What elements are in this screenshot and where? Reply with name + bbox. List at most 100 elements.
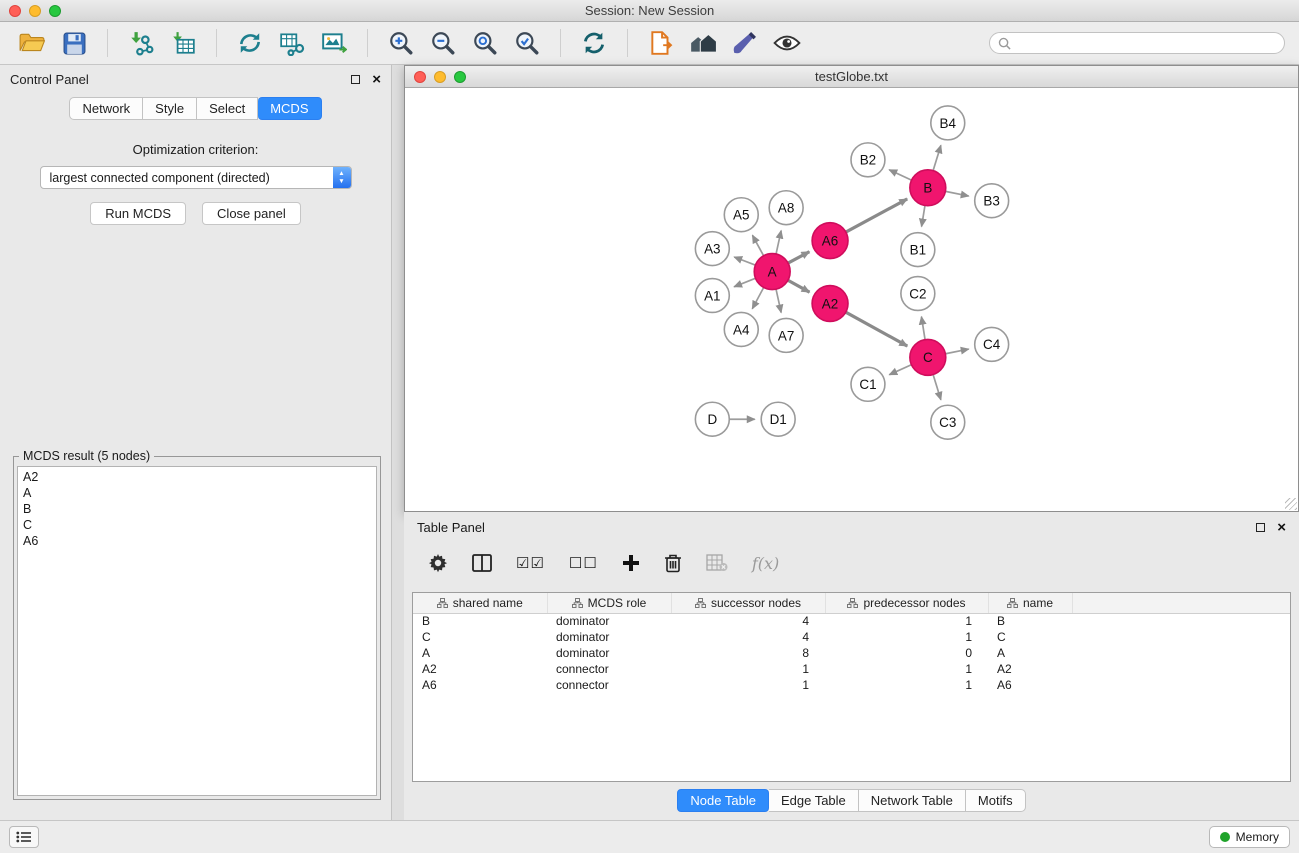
node-B1[interactable]: B1 [901,233,935,267]
column-header-MCDS-role[interactable]: MCDS role [547,593,671,613]
import-table-from-file-icon[interactable] [165,26,201,60]
add-column-icon[interactable] [622,554,640,572]
show-hide-icon[interactable] [769,26,805,60]
table-row[interactable]: A6connector11A6 [413,677,1290,693]
node-A8[interactable]: A8 [769,191,803,225]
node-C3[interactable]: C3 [931,405,965,439]
import-network-from-file-icon[interactable] [123,26,159,60]
column-header-predecessor-nodes[interactable]: predecessor nodes [825,593,988,613]
home-icon[interactable] [685,26,721,60]
column-header-shared-name[interactable]: shared name [413,593,547,613]
window-resize-handle[interactable] [1285,498,1297,510]
table-row[interactable]: Adominator80A [413,645,1290,661]
node-C1[interactable]: C1 [851,367,885,401]
tab-network[interactable]: Network [69,97,143,120]
save-session-icon[interactable] [56,26,92,60]
deselect-all-rows-icon[interactable]: ☐☐ [569,554,598,572]
zoom-network-window-button[interactable] [454,71,466,83]
zoom-out-icon[interactable] [425,26,461,60]
mcds-result-list[interactable]: A2ABCA6 [17,466,377,796]
close-panel-button[interactable]: Close panel [202,202,301,225]
tab-network-table[interactable]: Network Table [859,789,966,812]
export-image-icon[interactable] [316,26,352,60]
optimization-criterion-select[interactable]: largest connected component (directed) ▲… [40,166,352,189]
node-C4[interactable]: C4 [975,327,1009,361]
column-header-name[interactable]: name [988,593,1072,613]
node-table[interactable]: shared nameMCDS rolesuccessor nodesprede… [412,592,1291,782]
close-table-panel-icon[interactable]: × [1277,520,1286,535]
table-row[interactable]: Cdominator41C [413,629,1290,645]
node-A3[interactable]: A3 [695,232,729,266]
edge-C-C4[interactable] [945,349,969,354]
node-D[interactable]: D [695,402,729,436]
edge-A6-B[interactable] [845,199,907,232]
mcds-result-item[interactable]: A6 [23,533,371,549]
node-A4[interactable]: A4 [724,312,758,346]
node-A5[interactable]: A5 [724,198,758,232]
tab-mcds[interactable]: MCDS [258,97,321,120]
memory-button[interactable]: Memory [1209,826,1290,848]
refresh-icon[interactable] [576,26,612,60]
tab-edge-table[interactable]: Edge Table [769,789,859,812]
close-network-window-button[interactable] [414,71,426,83]
network-canvas[interactable]: B4B2BB3A8A5A6A3B1AC2A1A2A4A7C4CC1C3DD1 [405,89,1298,511]
table-settings-gear-icon[interactable] [428,553,448,573]
minimize-window-button[interactable] [29,5,41,17]
node-C[interactable]: C [910,339,946,375]
apply-style-icon[interactable] [727,26,763,60]
edge-A-A7[interactable] [776,289,781,313]
network-graph[interactable]: B4B2BB3A8A5A6A3B1AC2A1A2A4A7C4CC1C3DD1 [405,89,1298,511]
float-table-panel-icon[interactable] [1256,523,1265,532]
edge-C-C3[interactable] [933,374,941,400]
edge-C-C2[interactable] [921,317,925,340]
mcds-result-item[interactable]: C [23,517,371,533]
search-input[interactable] [1016,36,1276,50]
edge-C-C1[interactable] [889,365,912,375]
node-A7[interactable]: A7 [769,318,803,352]
open-session-icon[interactable] [14,26,50,60]
close-window-button[interactable] [9,5,21,17]
edge-A-A4[interactable] [752,287,764,309]
zoom-in-icon[interactable] [383,26,419,60]
show-columns-icon[interactable] [472,554,492,572]
node-B[interactable]: B [910,170,946,206]
new-network-icon[interactable] [232,26,268,60]
edge-A-A8[interactable] [776,231,781,255]
edge-B-B3[interactable] [945,191,969,196]
edge-A-A5[interactable] [752,235,763,256]
edge-A-A3[interactable] [734,257,756,265]
node-A1[interactable]: A1 [695,279,729,313]
node-B2[interactable]: B2 [851,143,885,177]
edge-A2-C[interactable] [845,312,907,346]
node-A2[interactable]: A2 [812,286,848,322]
zoom-window-button[interactable] [49,5,61,17]
tab-node-table[interactable]: Node Table [677,789,769,812]
delete-column-trash-icon[interactable] [664,553,682,573]
tab-style[interactable]: Style [143,97,197,120]
run-mcds-button[interactable]: Run MCDS [90,202,186,225]
edge-A-A1[interactable] [734,278,756,287]
node-D1[interactable]: D1 [761,402,795,436]
edge-B-B4[interactable] [933,145,941,171]
edge-B-B2[interactable] [889,170,912,181]
table-row[interactable]: A2connector11A2 [413,661,1290,677]
column-header-successor-nodes[interactable]: successor nodes [671,593,825,613]
task-history-button[interactable] [9,826,39,848]
close-panel-icon[interactable]: × [372,72,381,87]
node-B3[interactable]: B3 [975,184,1009,218]
node-C2[interactable]: C2 [901,277,935,311]
search-box[interactable] [989,32,1285,54]
node-A6[interactable]: A6 [812,223,848,259]
zoom-fit-icon[interactable] [467,26,503,60]
float-panel-icon[interactable] [351,75,360,84]
tab-motifs[interactable]: Motifs [966,789,1026,812]
mcds-result-item[interactable]: A2 [23,469,371,485]
node-A[interactable]: A [754,254,790,290]
edge-A-A6[interactable] [788,252,810,264]
open-recent-file-icon[interactable] [643,26,679,60]
network-view-window[interactable]: testGlobe.txt B4B2BB3A8A5A6A3B1AC2A1A2A4… [404,65,1299,512]
mcds-result-item[interactable]: B [23,501,371,517]
minimize-network-window-button[interactable] [434,71,446,83]
select-all-rows-icon[interactable]: ☑☑ [516,554,545,572]
table-row[interactable]: Bdominator41B [413,613,1290,629]
